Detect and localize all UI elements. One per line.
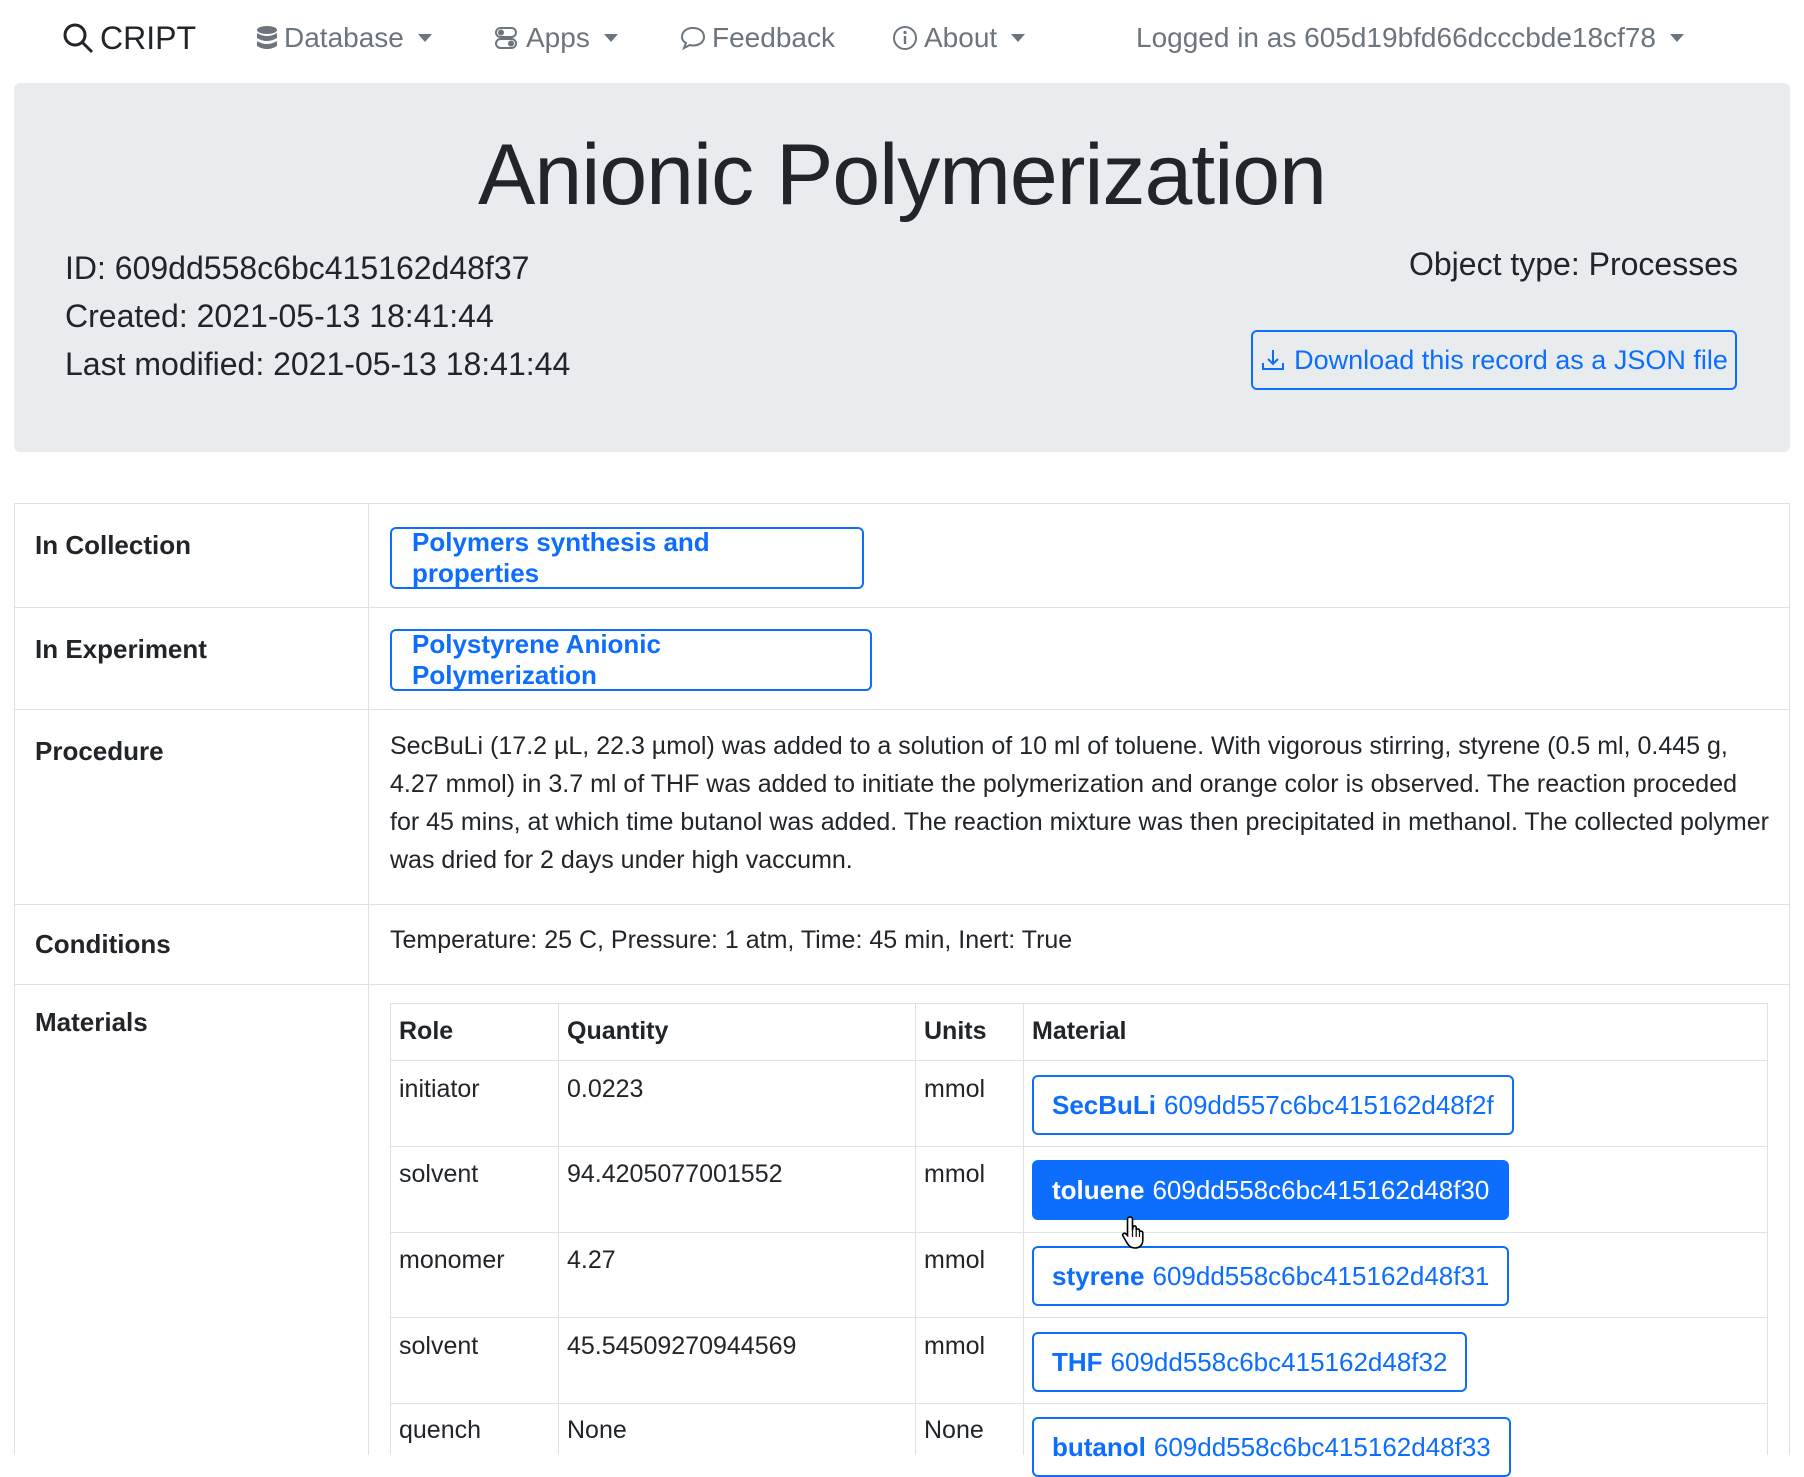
- search-icon: [63, 23, 94, 54]
- record-created-label: Created:: [65, 298, 188, 334]
- object-type-value: Processes: [1588, 246, 1738, 282]
- material-quantity: 94.4205077001552: [567, 1160, 783, 1188]
- download-json-button[interactable]: Download this record as a JSON file: [1251, 330, 1737, 390]
- material-name: butanol: [1052, 1431, 1146, 1462]
- navbar: CRIPT Database Apps Feedback About Logge…: [0, 0, 1804, 78]
- chevron-down-icon: [1670, 34, 1684, 42]
- material-units: mmol: [924, 1075, 986, 1103]
- column-header-quantity: Quantity: [567, 1017, 669, 1045]
- chevron-down-icon: [1011, 34, 1026, 42]
- material-link-button[interactable]: butanol 609dd558c6bc415162d48f33: [1032, 1417, 1511, 1477]
- nav-user-label: Logged in as 605d19bfd66dcccbde18cf78: [1136, 22, 1656, 53]
- record-created-value: 2021-05-13 18:41:44: [196, 298, 494, 334]
- material-units: mmol: [924, 1246, 986, 1274]
- brand-link[interactable]: CRIPT: [62, 18, 196, 58]
- table-line: [390, 1060, 1768, 1061]
- nav-feedback-label: Feedback: [712, 22, 835, 53]
- material-role: quench: [399, 1416, 482, 1444]
- materials-table: Role Quantity Units Material initiator 0…: [390, 1003, 1768, 1477]
- page-title: Anionic Polymerization: [478, 127, 1327, 223]
- table-line: [558, 1003, 559, 1455]
- chevron-down-icon: [417, 34, 432, 42]
- table-line: [390, 1003, 1768, 1004]
- experiment-row: In Experiment: [14, 607, 1790, 709]
- material-link-button[interactable]: styrene 609dd558c6bc415162d48f31: [1032, 1246, 1510, 1306]
- hand-cursor-icon: [1121, 1216, 1144, 1249]
- download-icon: [1262, 350, 1285, 370]
- material-units: mmol: [924, 1332, 986, 1360]
- brand-label: CRIPT: [100, 19, 196, 56]
- collection-label: In Collection: [35, 530, 191, 560]
- info-icon: [893, 26, 917, 50]
- table-line: [1023, 1003, 1024, 1455]
- record-id-value: 609dd558c6bc415162d48f37: [114, 250, 530, 286]
- nav-database-dropdown[interactable]: Database: [256, 18, 432, 58]
- procedure-label: Procedure: [35, 736, 164, 766]
- material-link-button[interactable]: THF 609dd558c6bc415162d48f32: [1032, 1332, 1468, 1392]
- record-id: ID: 609dd558c6bc415162d48f37: [65, 250, 529, 287]
- material-name: styrene: [1052, 1260, 1145, 1291]
- record-created: Created: 2021-05-13 18:41:44: [65, 298, 494, 335]
- nav-user-dropdown[interactable]: Logged in as 605d19bfd66dcccbde18cf78: [1136, 18, 1684, 58]
- object-type-label: Object type:: [1408, 246, 1580, 282]
- record-modified-value: 2021-05-13 18:41:44: [273, 346, 571, 382]
- table-line: [390, 1003, 391, 1455]
- database-icon: [257, 26, 277, 49]
- nav-about-label: About: [924, 22, 998, 53]
- material-units: None: [924, 1416, 984, 1444]
- material-id: 609dd558c6bc415162d48f30: [1152, 1174, 1490, 1205]
- conditions-label: Conditions: [35, 929, 171, 959]
- nav-feedback-link[interactable]: Feedback: [680, 18, 835, 58]
- material-role: solvent: [399, 1160, 479, 1188]
- material-id: 609dd557c6bc415162d48f2f: [1164, 1089, 1494, 1120]
- table-line: [1767, 1003, 1768, 1455]
- material-role: solvent: [399, 1332, 479, 1360]
- nav-about-dropdown[interactable]: About: [892, 18, 1026, 58]
- chevron-down-icon: [603, 34, 618, 42]
- chat-icon: [680, 26, 706, 51]
- nav-database-label: Database: [284, 22, 404, 53]
- nav-apps-label: Apps: [526, 22, 590, 53]
- material-units: mmol: [924, 1160, 986, 1188]
- table-line: [915, 1003, 916, 1455]
- material-quantity: 45.54509270944569: [567, 1332, 797, 1360]
- record-id-label: ID:: [65, 250, 106, 286]
- material-quantity: 0.0223: [567, 1075, 644, 1103]
- experiment-label: In Experiment: [35, 634, 207, 664]
- table-line: [390, 1317, 1768, 1318]
- material-link-button[interactable]: toluene 609dd558c6bc415162d48f30: [1032, 1160, 1510, 1220]
- procedure-text: SecBuLi (17.2 µL, 22.3 µmol) was added t…: [390, 732, 1769, 874]
- material-quantity: None: [567, 1416, 627, 1444]
- column-header-role: Role: [399, 1017, 454, 1045]
- material-id: 609dd558c6bc415162d48f31: [1152, 1260, 1490, 1291]
- material-id: 609dd558c6bc415162d48f33: [1153, 1431, 1491, 1462]
- column-header-material: Material: [1032, 1017, 1127, 1045]
- material-name: SecBuLi: [1052, 1089, 1157, 1120]
- table-line: [390, 1232, 1768, 1233]
- material-role: monomer: [399, 1246, 505, 1274]
- object-type: Object type: Processes: [1409, 246, 1738, 283]
- nav-apps-dropdown[interactable]: Apps: [494, 18, 618, 58]
- material-name: toluene: [1052, 1174, 1145, 1205]
- material-name: THF: [1052, 1346, 1103, 1377]
- experiment-link-button[interactable]: Polystyrene Anionic Polymerization: [390, 629, 872, 691]
- apps-icon: [495, 27, 517, 49]
- download-json-label: Download this record as a JSON file: [1294, 344, 1728, 375]
- collection-row: In Collection: [14, 503, 1790, 607]
- table-line: [390, 1146, 1768, 1147]
- material-quantity: 4.27: [567, 1246, 616, 1274]
- conditions-text: Temperature: 25 C, Pressure: 1 atm, Time…: [390, 926, 1073, 954]
- column-header-units: Units: [924, 1017, 987, 1045]
- record-modified-label: Last modified:: [65, 346, 265, 382]
- record-modified: Last modified: 2021-05-13 18:41:44: [65, 346, 570, 383]
- material-id: 609dd558c6bc415162d48f32: [1110, 1346, 1448, 1377]
- collection-link-button[interactable]: Polymers synthesis and properties: [390, 527, 864, 589]
- material-link-button[interactable]: SecBuLi 609dd557c6bc415162d48f2f: [1032, 1075, 1514, 1135]
- material-role: initiator: [399, 1075, 480, 1103]
- materials-label: Materials: [35, 1007, 148, 1037]
- table-line: [390, 1403, 1768, 1404]
